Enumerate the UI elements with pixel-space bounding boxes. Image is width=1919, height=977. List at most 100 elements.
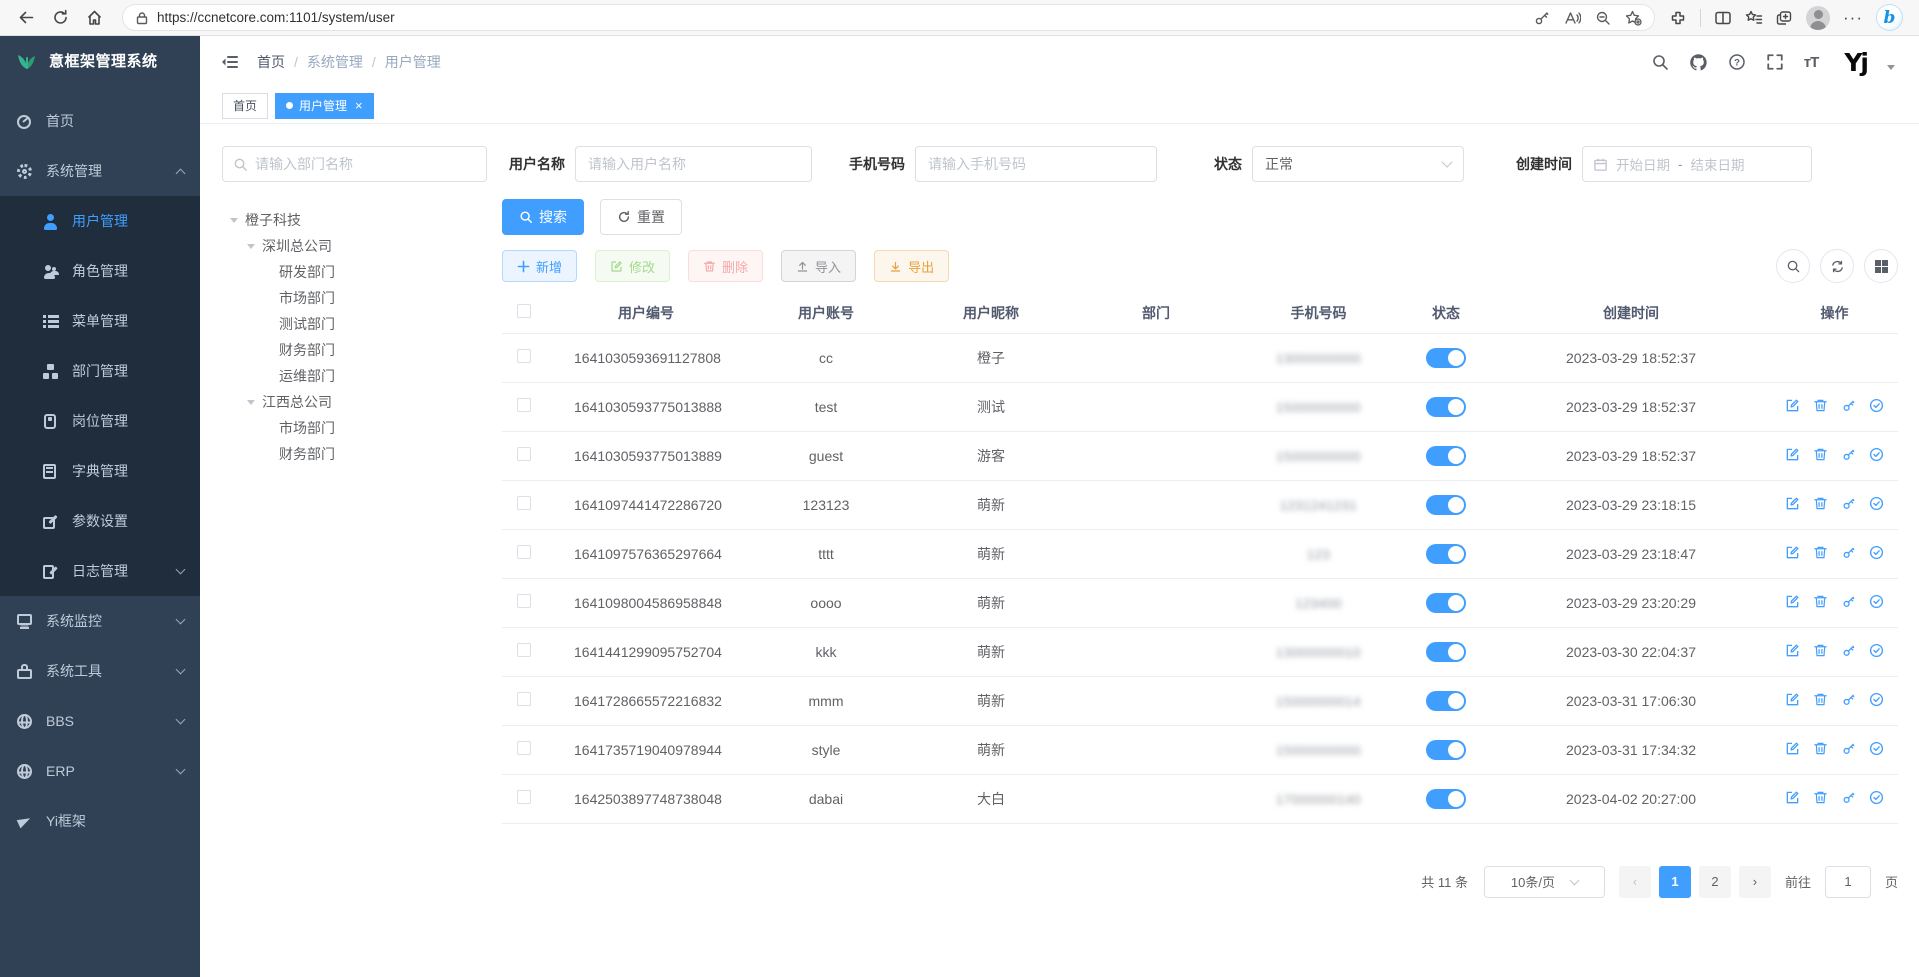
tree-node[interactable]: 橙子科技 (222, 207, 487, 233)
dept-search-input[interactable] (223, 147, 486, 181)
username-input[interactable] (575, 146, 812, 182)
sidebar-item-post-mgmt[interactable]: 岗位管理 (0, 396, 200, 446)
phone-input[interactable] (915, 146, 1157, 182)
reset-password-key-icon[interactable] (1841, 790, 1856, 805)
browser-refresh-icon[interactable] (46, 4, 74, 32)
address-bar[interactable]: https://ccnetcore.com:1101/system/user (122, 4, 1655, 31)
status-select[interactable]: 正常 (1252, 146, 1464, 182)
page-size-select[interactable]: 10条/页 (1484, 866, 1605, 898)
favorite-add-icon[interactable] (1625, 10, 1642, 26)
tree-node[interactable]: 财务部门 (222, 337, 487, 363)
read-aloud-icon[interactable] (1564, 10, 1581, 26)
delete-action-icon[interactable] (1813, 447, 1828, 462)
tree-node[interactable]: 运维部门 (222, 363, 487, 389)
row-checkbox[interactable] (517, 790, 531, 804)
status-toggle[interactable] (1426, 495, 1466, 515)
status-toggle[interactable] (1426, 397, 1466, 417)
row-checkbox[interactable] (517, 496, 531, 510)
edit-action-icon[interactable] (1785, 496, 1800, 511)
browser-back-icon[interactable] (12, 4, 40, 32)
user-dropdown-caret-icon[interactable] (1887, 65, 1895, 70)
page-2-button[interactable]: 2 (1699, 866, 1731, 898)
reset-password-key-icon[interactable] (1841, 496, 1856, 511)
table-search-toggle-button[interactable] (1776, 249, 1810, 283)
row-checkbox[interactable] (517, 398, 531, 412)
modify-button[interactable]: 修改 (595, 250, 670, 282)
reset-password-key-icon[interactable] (1841, 398, 1856, 413)
edit-action-icon[interactable] (1785, 643, 1800, 658)
tree-node[interactable]: 测试部门 (222, 311, 487, 337)
status-toggle[interactable] (1426, 691, 1466, 711)
tag-user-mgmt[interactable]: 用户管理 × (275, 93, 374, 119)
reset-password-key-icon[interactable] (1841, 545, 1856, 560)
status-toggle[interactable] (1426, 348, 1466, 368)
zoom-out-icon[interactable] (1595, 10, 1611, 26)
collections-icon[interactable] (1745, 10, 1763, 26)
delete-action-icon[interactable] (1813, 790, 1828, 805)
sidebar-item-menu-mgmt[interactable]: 菜单管理 (0, 296, 200, 346)
row-checkbox[interactable] (517, 594, 531, 608)
status-toggle[interactable] (1426, 789, 1466, 809)
tag-close-icon[interactable]: × (355, 99, 363, 112)
reset-password-key-icon[interactable] (1841, 741, 1856, 756)
edit-action-icon[interactable] (1785, 545, 1800, 560)
edit-action-icon[interactable] (1785, 741, 1800, 756)
row-checkbox[interactable] (517, 349, 531, 363)
delete-action-icon[interactable] (1813, 496, 1828, 511)
assign-role-check-icon[interactable] (1869, 496, 1884, 511)
search-button[interactable]: 搜索 (502, 199, 584, 235)
row-checkbox[interactable] (517, 447, 531, 461)
tab-actions-icon[interactable] (1776, 10, 1793, 26)
status-toggle[interactable] (1426, 593, 1466, 613)
tree-node[interactable]: 研发部门 (222, 259, 487, 285)
header-search-icon[interactable] (1651, 53, 1669, 71)
sidebar-item-role-mgmt[interactable]: 角色管理 (0, 246, 200, 296)
sidebar-item-user-mgmt[interactable]: 用户管理 (0, 196, 200, 246)
row-checkbox[interactable] (517, 692, 531, 706)
bing-icon[interactable]: b (1876, 4, 1903, 31)
sidebar-item-monitor[interactable]: 系统监控 (0, 596, 200, 646)
tree-node[interactable]: 财务部门 (222, 441, 487, 467)
reset-button[interactable]: 重置 (600, 199, 682, 235)
delete-action-icon[interactable] (1813, 398, 1828, 413)
row-checkbox[interactable] (517, 545, 531, 559)
status-toggle[interactable] (1426, 544, 1466, 564)
assign-role-check-icon[interactable] (1869, 594, 1884, 609)
yj-logo[interactable]: Yj (1844, 50, 1867, 75)
table-refresh-button[interactable] (1820, 249, 1854, 283)
assign-role-check-icon[interactable] (1869, 398, 1884, 413)
edit-action-icon[interactable] (1785, 447, 1800, 462)
delete-action-icon[interactable] (1813, 741, 1828, 756)
next-page-button[interactable]: › (1739, 866, 1771, 898)
edit-action-icon[interactable] (1785, 398, 1800, 413)
reset-password-key-icon[interactable] (1841, 692, 1856, 707)
sidebar-item-param-set[interactable]: 参数设置 (0, 496, 200, 546)
sidebar-item-home[interactable]: 首页 (0, 96, 200, 146)
sidebar-item-dept-mgmt[interactable]: 部门管理 (0, 346, 200, 396)
app-logo[interactable]: 意框架管理系统 (0, 36, 200, 84)
extensions-icon[interactable] (1669, 9, 1687, 27)
delete-action-icon[interactable] (1813, 594, 1828, 609)
font-size-icon[interactable]: тT (1804, 54, 1819, 71)
fullscreen-icon[interactable] (1766, 53, 1784, 71)
export-button[interactable]: 导出 (874, 250, 949, 282)
assign-role-check-icon[interactable] (1869, 741, 1884, 756)
reset-password-key-icon[interactable] (1841, 447, 1856, 462)
add-button[interactable]: 新增 (502, 250, 577, 282)
page-1-button[interactable]: 1 (1659, 866, 1691, 898)
assign-role-check-icon[interactable] (1869, 790, 1884, 805)
tree-node[interactable]: 深圳总公司 (222, 233, 487, 259)
reset-password-key-icon[interactable] (1841, 643, 1856, 658)
edit-action-icon[interactable] (1785, 790, 1800, 805)
collapse-sidebar-icon[interactable] (220, 53, 239, 71)
password-key-icon[interactable] (1534, 10, 1550, 26)
status-toggle[interactable] (1426, 446, 1466, 466)
assign-role-check-icon[interactable] (1869, 447, 1884, 462)
prev-page-button[interactable]: ‹ (1619, 866, 1651, 898)
sidebar-item-yi[interactable]: Yi框架 (0, 796, 200, 846)
help-icon[interactable]: ? (1728, 53, 1746, 71)
assign-role-check-icon[interactable] (1869, 643, 1884, 658)
delete-action-icon[interactable] (1813, 692, 1828, 707)
reset-password-key-icon[interactable] (1841, 594, 1856, 609)
import-button[interactable]: 导入 (781, 250, 856, 282)
